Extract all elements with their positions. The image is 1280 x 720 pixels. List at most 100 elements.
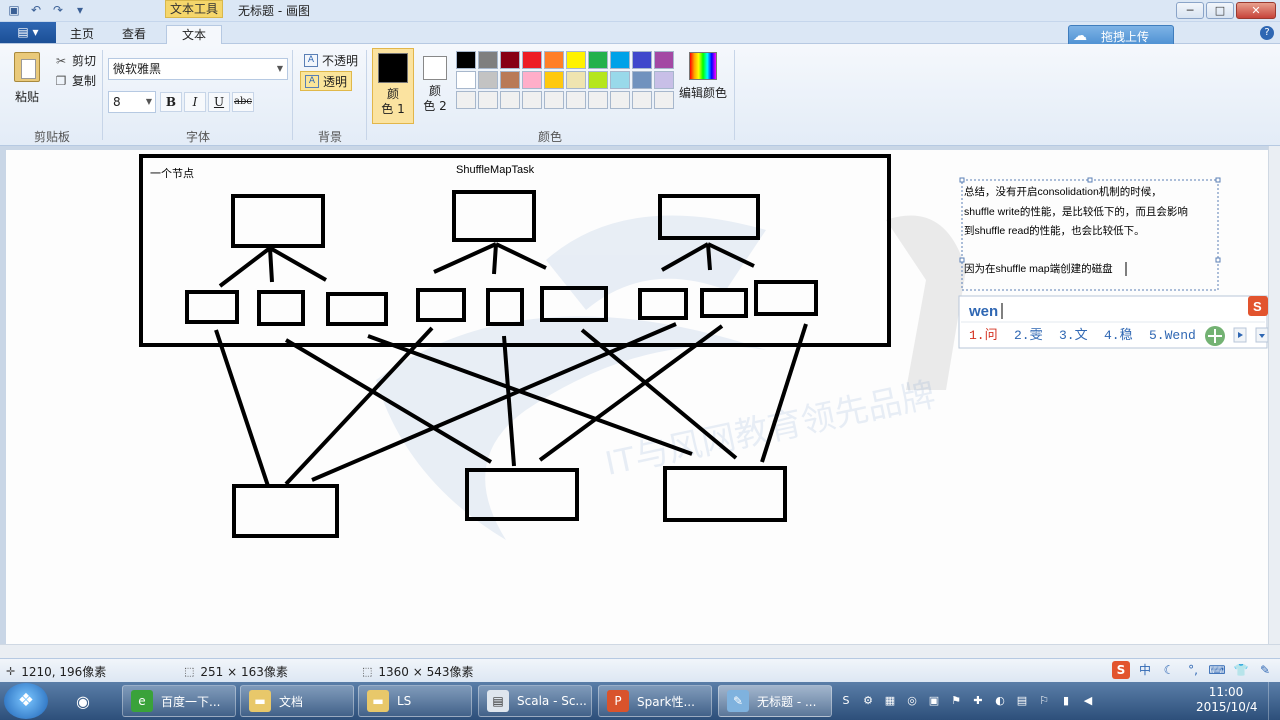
summary-line-3: 到shuffle read的性能，也会比较低下。 bbox=[964, 224, 1145, 237]
taskbar-item-scala[interactable]: ▤ Scala - Sc... bbox=[478, 685, 592, 717]
palette-swatch[interactable] bbox=[544, 71, 564, 89]
drawing-canvas[interactable]: IT与风网教育领先品牌 一个节点 ShuffleMapTask 总结，没有开启c… bbox=[6, 150, 1268, 644]
punctuation-icon[interactable]: °, bbox=[1184, 661, 1202, 679]
ime-candidate-5[interactable]: 5.Wend bbox=[1149, 328, 1196, 343]
palette-swatch[interactable] bbox=[522, 91, 542, 109]
save-icon[interactable]: ▣ bbox=[6, 2, 22, 18]
taskbar-item-browser[interactable]: e 百度一下... bbox=[122, 685, 236, 717]
network-icon[interactable]: ▮ bbox=[1058, 693, 1074, 709]
sogou-tray-icon[interactable]: S bbox=[838, 693, 854, 709]
palette-swatch[interactable] bbox=[500, 51, 520, 69]
tab-view[interactable]: 查看 bbox=[112, 25, 156, 44]
half-width-icon[interactable]: ☾ bbox=[1160, 661, 1178, 679]
taskbar-item-paint[interactable]: ✎ 无标题 - ... bbox=[718, 685, 832, 717]
minimize-button[interactable]: ─ bbox=[1176, 2, 1204, 19]
undo-icon[interactable]: ↶ bbox=[28, 2, 44, 18]
palette-swatch[interactable] bbox=[456, 71, 476, 89]
tray-icon[interactable]: ▦ bbox=[882, 693, 898, 709]
palette-swatch[interactable] bbox=[588, 71, 608, 89]
strikethrough-button[interactable]: abc bbox=[232, 92, 254, 112]
close-button[interactable]: ✕ bbox=[1236, 2, 1276, 19]
taskbar-item-docs[interactable]: ▬ 文档 bbox=[240, 685, 354, 717]
tray-icon[interactable]: ✚ bbox=[970, 693, 986, 709]
palette-swatch[interactable] bbox=[500, 71, 520, 89]
palette-swatch[interactable] bbox=[632, 71, 652, 89]
taskbar-item-spark[interactable]: P Spark性... bbox=[598, 685, 712, 717]
vertical-scrollbar[interactable] bbox=[1268, 146, 1280, 644]
maximize-button[interactable]: □ bbox=[1206, 2, 1234, 19]
volume-icon[interactable]: ◀ bbox=[1080, 693, 1096, 709]
tray-icon[interactable]: ⚑ bbox=[948, 693, 964, 709]
tray-icon[interactable]: ▣ bbox=[926, 693, 942, 709]
underline-button[interactable]: U bbox=[208, 92, 230, 112]
palette-swatch[interactable] bbox=[566, 51, 586, 69]
ime-candidate-2[interactable]: 2.雯 bbox=[1014, 328, 1043, 343]
palette-swatch[interactable] bbox=[654, 71, 674, 89]
palette-swatch[interactable] bbox=[500, 91, 520, 109]
palette-swatch[interactable] bbox=[522, 51, 542, 69]
font-family-select[interactable]: 微软雅黑 ▼ bbox=[108, 58, 288, 80]
palette-swatch[interactable] bbox=[588, 91, 608, 109]
ime-candidate-4[interactable]: 4.稳 bbox=[1104, 327, 1133, 343]
color2-button[interactable]: 颜 色 2 bbox=[420, 48, 450, 124]
bold-button[interactable]: B bbox=[160, 92, 182, 112]
edit-colors-button[interactable]: 编辑颜色 bbox=[678, 52, 728, 101]
palette-swatch[interactable] bbox=[588, 51, 608, 69]
palette-swatch[interactable] bbox=[456, 51, 476, 69]
cursor-position-value: 1210, 196像素 bbox=[21, 665, 107, 679]
palette-swatch[interactable] bbox=[478, 91, 498, 109]
help-icon[interactable]: ? bbox=[1260, 26, 1274, 40]
sogou-icon[interactable]: S bbox=[1112, 661, 1130, 679]
keyboard-icon[interactable]: ⌨ bbox=[1208, 661, 1226, 679]
palette-swatch[interactable] bbox=[478, 71, 498, 89]
ime-candidate-1[interactable]: 1.问 bbox=[969, 328, 998, 343]
paste-button[interactable]: 粘贴 bbox=[10, 52, 44, 105]
palette-swatch[interactable] bbox=[456, 91, 476, 109]
tab-text[interactable]: 文本 bbox=[166, 25, 222, 44]
cut-button[interactable]: ✂ 剪切 bbox=[54, 52, 96, 69]
palette-swatch[interactable] bbox=[632, 91, 652, 109]
font-size-select[interactable]: 8 ▼ bbox=[108, 91, 156, 113]
ime-candidate-window[interactable]: wen 1.问 2.雯 3.文 4.稳 5.Wend S bbox=[958, 295, 1268, 349]
redo-icon[interactable]: ↷ bbox=[50, 2, 66, 18]
palette-swatch[interactable] bbox=[632, 51, 652, 69]
palette-swatch[interactable] bbox=[544, 91, 564, 109]
palette-swatch[interactable] bbox=[544, 51, 564, 69]
ribbon-separator bbox=[734, 50, 735, 140]
system-clock[interactable]: 11:00 2015/10/4 bbox=[1196, 685, 1258, 715]
skin-icon[interactable]: 👕 bbox=[1232, 661, 1250, 679]
color1-button[interactable]: 颜 色 1 bbox=[372, 48, 414, 124]
transparent-option[interactable]: A 透明 bbox=[300, 71, 353, 91]
horizontal-scrollbar[interactable] bbox=[0, 644, 1280, 658]
tray-icon[interactable]: ◐ bbox=[992, 693, 1008, 709]
palette-swatch[interactable] bbox=[610, 91, 630, 109]
chinese-mode-icon[interactable]: 中 bbox=[1136, 661, 1154, 679]
palette-swatch[interactable] bbox=[566, 71, 586, 89]
palette-swatch[interactable] bbox=[610, 51, 630, 69]
palette-swatch[interactable] bbox=[654, 51, 674, 69]
palette-swatch[interactable] bbox=[522, 71, 542, 89]
tray-icon[interactable]: ⚙ bbox=[860, 693, 876, 709]
palette-swatch[interactable] bbox=[566, 91, 586, 109]
tray-icon[interactable]: ◎ bbox=[904, 693, 920, 709]
powerpoint-icon: P bbox=[607, 690, 629, 712]
tray-icon[interactable]: ⚐ bbox=[1036, 693, 1052, 709]
tray-icon[interactable]: ▤ bbox=[1014, 693, 1030, 709]
palette-swatch[interactable] bbox=[610, 71, 630, 89]
taskbar-item-ls[interactable]: ▬ LS bbox=[358, 685, 472, 717]
tab-home[interactable]: 主页 bbox=[60, 25, 104, 44]
show-desktop-button[interactable] bbox=[1268, 682, 1280, 720]
palette-swatch[interactable] bbox=[478, 51, 498, 69]
tools-icon[interactable]: ✎ bbox=[1256, 661, 1274, 679]
italic-button[interactable]: I bbox=[184, 92, 206, 112]
app-menu-button[interactable]: ▤ ▾ bbox=[0, 22, 56, 43]
start-button[interactable]: ❖ bbox=[4, 683, 48, 719]
copy-button[interactable]: ❐ 复制 bbox=[54, 72, 96, 89]
ime-candidate-3[interactable]: 3.文 bbox=[1059, 328, 1088, 343]
opaque-option[interactable]: A 不透明 bbox=[300, 50, 362, 70]
shuffle-file-box bbox=[185, 290, 239, 324]
customize-qat-icon[interactable]: ▾ bbox=[72, 2, 88, 18]
selection-icon: ⬚ bbox=[184, 665, 195, 678]
pinned-app-icon[interactable]: ◉ bbox=[60, 685, 106, 717]
palette-swatch[interactable] bbox=[654, 91, 674, 109]
